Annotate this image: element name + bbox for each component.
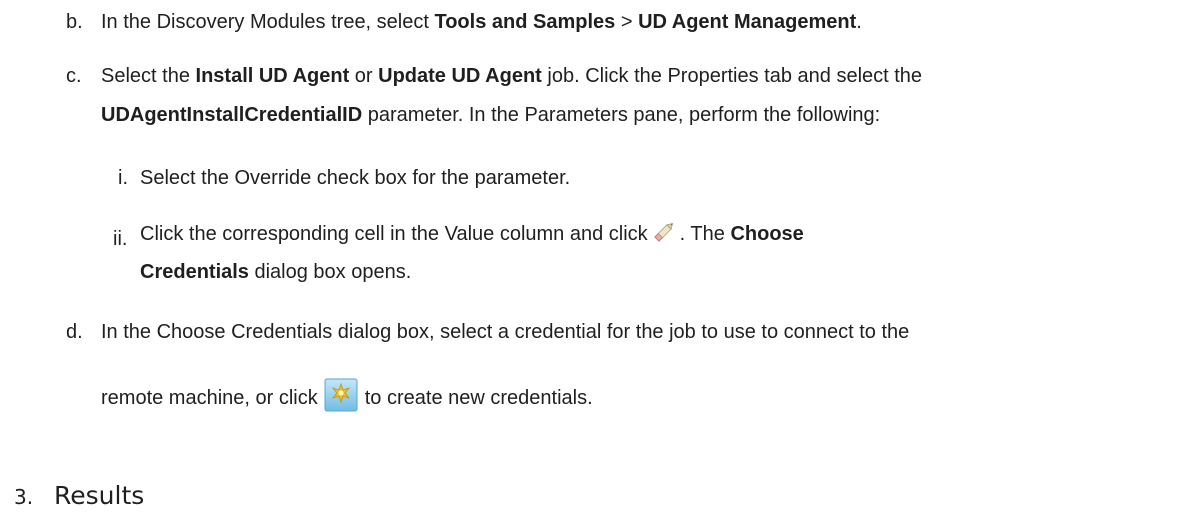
section-title: Results bbox=[54, 481, 145, 510]
step-b-marker: b. bbox=[66, 11, 83, 33]
step-c-i-marker: i. bbox=[118, 167, 128, 189]
step-b-text-1: In the Discovery Modules tree, select bbox=[101, 11, 435, 33]
step-c-line-2: UDAgentInstallCredentialID parameter. In… bbox=[101, 103, 880, 127]
step-b-bold-1: Tools and Samples bbox=[434, 11, 616, 33]
step-d-line-2: remote machine, or click to create new c… bbox=[101, 378, 593, 418]
step-c-ii-text-1: Click the corresponding cell in the Valu… bbox=[140, 223, 648, 245]
step-c-ii-line-2: Credentials dialog box opens. bbox=[140, 260, 411, 284]
section-number: 3. bbox=[14, 485, 34, 509]
step-b-bold-2: UD Agent Management bbox=[638, 11, 857, 33]
step-b-text-3: . bbox=[856, 11, 862, 33]
step-d-marker: d. bbox=[66, 321, 83, 343]
new-credential-icon bbox=[324, 378, 358, 418]
step-d-text-2: to create new credentials. bbox=[364, 387, 593, 409]
step-b-text-2: > bbox=[615, 11, 639, 33]
step-c-ii-bold-2: Credentials bbox=[140, 261, 249, 283]
step-c-ii-marker: ii. bbox=[113, 228, 128, 250]
step-b-text: In the Discovery Modules tree, select To… bbox=[101, 10, 862, 34]
step-d-text-1: remote machine, or click bbox=[101, 387, 318, 409]
step-c-text-4: parameter. In the Parameters pane, perfo… bbox=[362, 104, 881, 126]
step-c-text-2: or bbox=[349, 65, 379, 87]
step-c-ii-text-3: dialog box opens. bbox=[248, 261, 412, 283]
step-c-ii-text-2: . The bbox=[679, 223, 731, 245]
step-c-text-1: Select the bbox=[101, 65, 196, 87]
step-d-line-1: In the Choose Credentials dialog box, se… bbox=[101, 321, 910, 343]
step-c-marker: c. bbox=[66, 65, 82, 87]
step-c-text-3: job. Click the Properties tab and select… bbox=[541, 65, 923, 87]
step-c-bold-3: UDAgentInstallCredentialID bbox=[101, 104, 363, 126]
step-c-i-text: Select the Override check box for the pa… bbox=[140, 167, 571, 189]
step-c-ii-bold-1: Choose bbox=[730, 223, 804, 245]
pencil-icon bbox=[651, 220, 677, 250]
step-c-line-1: Select the Install UD Agent or Update UD… bbox=[101, 64, 922, 88]
step-c-ii-line-1: Click the corresponding cell in the Valu… bbox=[140, 220, 804, 250]
step-c-bold-2: Update UD Agent bbox=[378, 65, 542, 87]
step-c-bold-1: Install UD Agent bbox=[195, 65, 350, 87]
